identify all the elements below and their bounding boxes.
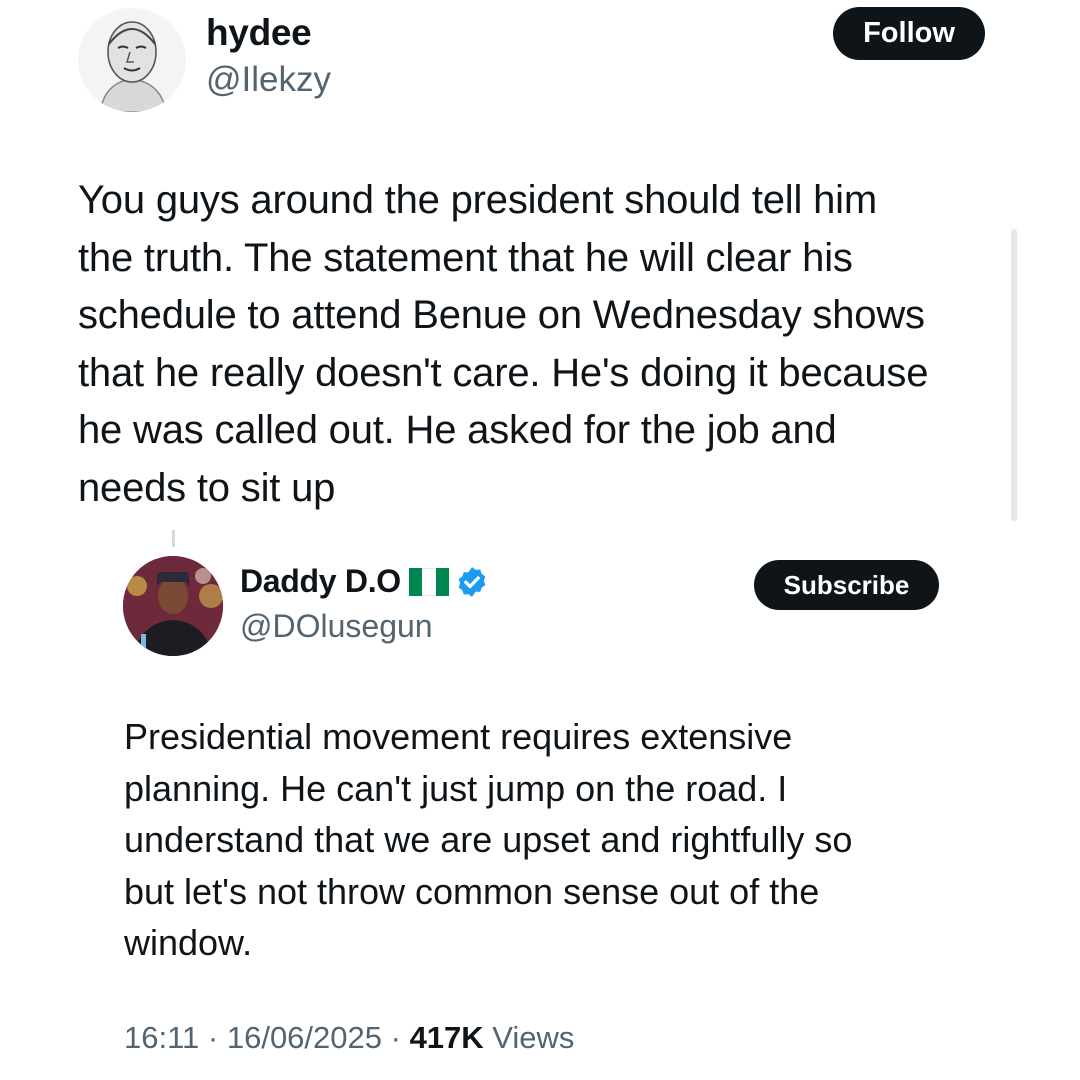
quoted-author-name-row[interactable]: Daddy D.O: [240, 563, 489, 600]
verified-badge-icon: [458, 566, 486, 597]
subscribe-button[interactable]: Subscribe: [754, 560, 939, 610]
scrollbar[interactable]: [1011, 229, 1017, 521]
quoted-author-avatar[interactable]: [123, 556, 223, 656]
tweet-time[interactable]: 16:11: [124, 1020, 199, 1055]
quoted-tweet-text: Presidential movement requires extensive…: [124, 716, 853, 963]
quoted-author-name[interactable]: Daddy D.O: [240, 563, 401, 600]
author-handle[interactable]: @Ilekzy: [206, 60, 331, 100]
views-label: Views: [492, 1020, 575, 1055]
author-name[interactable]: hydee: [206, 12, 312, 54]
tweet-date[interactable]: 16/06/2025: [227, 1020, 382, 1055]
meta-separator: ·: [382, 1020, 410, 1055]
avatar-sketch-image: [78, 8, 186, 112]
meta-separator: ·: [199, 1020, 227, 1055]
quote-connector-line: [172, 530, 175, 547]
avatar-photo-image: [123, 556, 223, 656]
author-avatar[interactable]: [78, 8, 186, 112]
follow-button[interactable]: Follow: [833, 7, 985, 60]
views-count: 417K: [409, 1020, 484, 1055]
tweet-text: You guys around the president should tel…: [78, 178, 929, 510]
quoted-author-handle[interactable]: @DOlusegun: [240, 608, 433, 645]
nigeria-flag-icon: [408, 567, 449, 596]
tweet-meta: 16:11 · 16/06/2025 · 417K Views: [124, 1020, 574, 1056]
